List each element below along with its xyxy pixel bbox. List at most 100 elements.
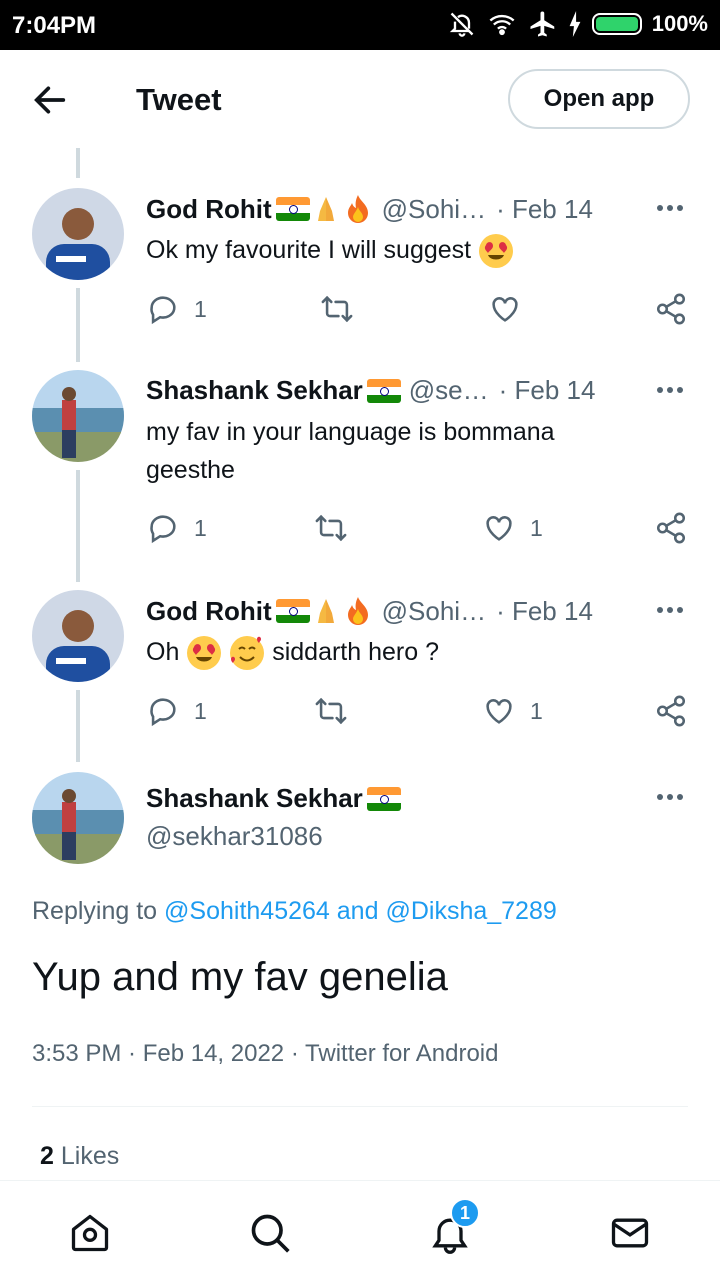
reply-action[interactable]: 1	[146, 292, 207, 326]
replying-to: Replying to @Sohith45264 and @Diksha_728…	[32, 897, 557, 926]
share-action[interactable]	[654, 292, 688, 326]
status-time: 7:04PM	[12, 12, 97, 39]
like-count: 1	[530, 697, 543, 724]
tweet-actions: 1 1	[146, 694, 696, 734]
heart-icon	[492, 297, 518, 322]
mail-icon[interactable]	[608, 1211, 652, 1255]
open-app-button[interactable]: Open app	[508, 69, 690, 129]
reply-icon	[150, 698, 176, 727]
like-action[interactable]: 1	[482, 511, 543, 545]
heart-icon	[486, 699, 512, 724]
heart-icon	[486, 516, 512, 541]
search-icon[interactable]	[248, 1211, 292, 1255]
reply-count: 1	[194, 295, 207, 322]
more-options-icon[interactable]	[654, 787, 686, 807]
bottom-nav: 1	[0, 1180, 720, 1280]
back-arrow-icon[interactable]	[30, 80, 70, 120]
reply-count: 1	[194, 514, 207, 541]
thread-line	[76, 288, 80, 362]
display-name[interactable]: Shashank Sekhar	[146, 783, 363, 814]
battery-percent: 100%	[651, 11, 708, 36]
notification-badge: 1	[450, 1198, 480, 1228]
mention-link[interactable]: @Sohith45264	[164, 897, 330, 925]
thread-line	[76, 148, 80, 178]
display-name[interactable]: God Rohit	[146, 596, 272, 627]
tweet-date[interactable]: · Feb 14	[499, 375, 596, 406]
thread-line	[76, 470, 80, 582]
india-flag-emoji	[275, 599, 310, 623]
india-flag-emoji	[275, 197, 310, 221]
retweet-action[interactable]	[320, 292, 354, 326]
share-icon	[656, 293, 686, 325]
fire-emoji	[347, 195, 368, 223]
retweet-icon	[315, 514, 347, 542]
avatar[interactable]	[32, 772, 124, 864]
retweet-icon	[315, 697, 347, 725]
like-action[interactable]	[488, 292, 522, 326]
divider	[32, 1106, 688, 1107]
tweet-date[interactable]: · Feb 14	[496, 194, 593, 225]
share-icon	[656, 512, 686, 544]
share-icon	[656, 695, 686, 727]
smiling-hearts-emoji	[230, 636, 265, 671]
page-title: Tweet	[136, 82, 222, 117]
retweet-icon	[321, 295, 353, 323]
mention-link[interactable]: @Diksha_7289	[385, 897, 556, 925]
heart-eyes-emoji	[187, 636, 222, 671]
avatar[interactable]	[32, 188, 124, 280]
likes-count: 2	[40, 1142, 54, 1170]
like-action[interactable]: 1	[482, 694, 543, 728]
display-name[interactable]: God Rohit	[146, 194, 272, 225]
india-flag-emoji	[366, 786, 401, 811]
tweet-text-content: Ok my favourite I will suggest	[146, 236, 472, 264]
user-handle[interactable]: @Sohi…	[382, 596, 486, 627]
replying-prefix: Replying to	[32, 897, 158, 925]
avatar[interactable]	[32, 370, 124, 462]
share-action[interactable]	[654, 511, 688, 545]
tweet-text: my fav in your language is bommana geest…	[146, 418, 555, 484]
more-options-icon[interactable]	[654, 600, 686, 620]
reply-action[interactable]: 1	[146, 694, 207, 728]
user-handle[interactable]: @se…	[409, 375, 489, 406]
more-options-icon[interactable]	[654, 380, 686, 400]
heart-eyes-emoji	[479, 234, 514, 269]
user-handle[interactable]: @sekhar31086	[146, 821, 323, 852]
avatar[interactable]	[32, 590, 124, 682]
tweet-header: Shashank Sekhar @se… · Feb 14	[146, 375, 595, 406]
status-icons: 100%	[448, 9, 708, 39]
like-count: 1	[530, 514, 543, 541]
tweet-text-after: siddarth hero ?	[272, 638, 439, 666]
user-handle[interactable]: @Sohi…	[382, 194, 486, 225]
status-bar: 7:04PM 100%	[0, 0, 720, 50]
battery-icon	[591, 13, 642, 35]
tweet-date[interactable]: · Feb 14	[496, 596, 593, 627]
tweet-text-before: Oh	[146, 638, 180, 666]
retweet-action[interactable]	[314, 694, 348, 728]
tweet-text: Ok my favourite I will suggest	[146, 231, 666, 269]
fire-emoji	[347, 597, 368, 625]
share-action[interactable]	[654, 694, 688, 728]
airplane-icon	[530, 11, 554, 37]
tweet-meta[interactable]: 3:53 PM · Feb 14, 2022 · Twitter for And…	[32, 1040, 498, 1068]
wifi-icon	[489, 14, 515, 36]
likes-label: Likes	[60, 1142, 120, 1170]
tweet-text: Oh siddarth hero ?	[146, 633, 666, 671]
reply-count: 1	[194, 697, 207, 724]
retweet-action[interactable]	[314, 511, 348, 545]
display-name[interactable]: Shashank Sekhar	[146, 375, 363, 406]
replying-and[interactable]: and	[337, 897, 379, 925]
tweet-actions: 1 1	[146, 511, 696, 551]
likes-summary[interactable]: 2 Likes	[40, 1142, 119, 1171]
folded-hands-emoji	[317, 197, 334, 221]
more-options-icon[interactable]	[654, 198, 686, 218]
reply-icon	[150, 515, 176, 544]
home-icon[interactable]	[68, 1211, 112, 1255]
tweet-header: God Rohit @Sohi… · Feb 14	[146, 595, 593, 627]
reply-action[interactable]: 1	[146, 511, 207, 545]
app-header: Tweet Open app	[0, 50, 720, 148]
thread-line	[76, 690, 80, 762]
tweet-header: Shashank Sekhar	[146, 783, 401, 814]
main-tweet-text: Yup and my fav genelia	[32, 955, 448, 999]
india-flag-emoji	[366, 378, 401, 403]
mute-icon	[449, 12, 474, 37]
